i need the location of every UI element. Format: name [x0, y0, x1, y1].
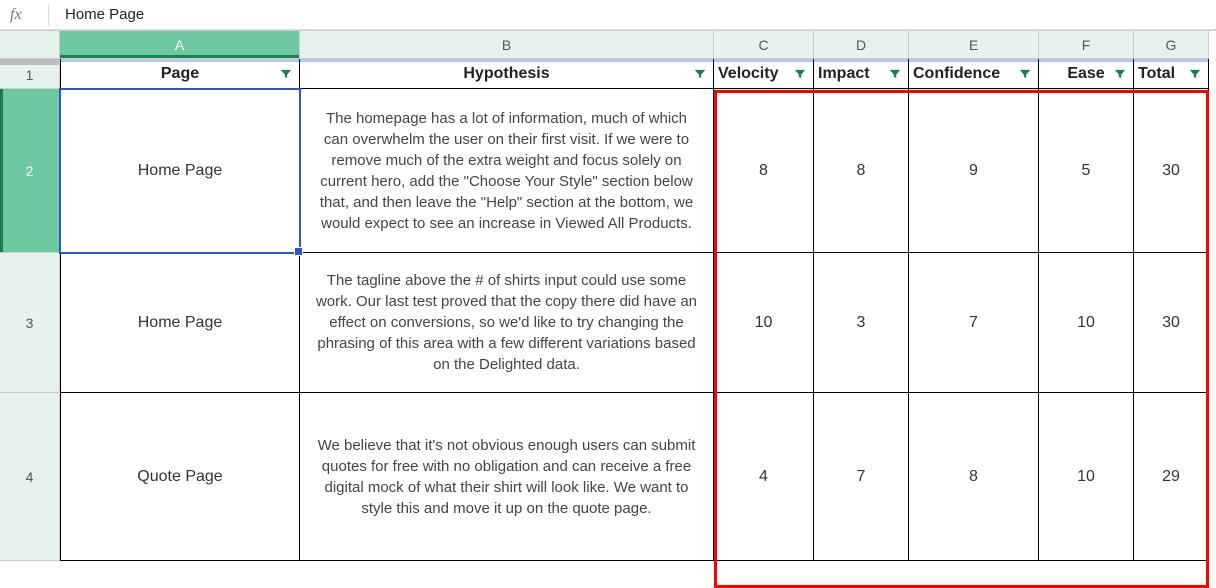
filter-icon[interactable] — [1188, 67, 1202, 81]
fx-icon: fx — [10, 6, 38, 24]
row-header-1[interactable]: 1 — [0, 59, 60, 89]
cell-A3[interactable]: Home Page — [60, 253, 300, 393]
col-header-G[interactable]: G — [1134, 31, 1209, 59]
cell-F3[interactable]: 10 — [1039, 253, 1134, 393]
cell-B4[interactable]: We believe that it's not obvious enough … — [300, 393, 714, 561]
header-hypothesis-label: Hypothesis — [300, 65, 713, 83]
header-velocity[interactable]: Velocity — [714, 59, 814, 89]
filter-icon[interactable] — [1018, 67, 1032, 81]
header-impact[interactable]: Impact — [814, 59, 909, 89]
filter-icon[interactable] — [693, 67, 707, 81]
cell-G3[interactable]: 30 — [1134, 253, 1209, 393]
cell-D3[interactable]: 3 — [814, 253, 909, 393]
col-header-F[interactable]: F — [1039, 31, 1134, 59]
row-header-4[interactable]: 4 — [0, 393, 60, 561]
header-hypothesis[interactable]: Hypothesis — [300, 59, 714, 89]
formula-bar: fx — [0, 0, 1216, 30]
cell-F4[interactable]: 10 — [1039, 393, 1134, 561]
cell-A4[interactable]: Quote Page — [60, 393, 300, 561]
cell-D4[interactable]: 7 — [814, 393, 909, 561]
spreadsheet-grid[interactable]: A B C D E F G 1 Page Hypothesis Velocity… — [0, 30, 1216, 561]
cell-B2[interactable]: The homepage has a lot of information, m… — [300, 89, 714, 253]
cell-C2[interactable]: 8 — [714, 89, 814, 253]
cell-A2[interactable]: Home Page — [60, 89, 300, 253]
header-total[interactable]: Total — [1134, 59, 1209, 89]
header-ease[interactable]: Ease — [1039, 59, 1134, 89]
header-page-label: Page — [61, 65, 299, 83]
cell-C4[interactable]: 4 — [714, 393, 814, 561]
filter-icon[interactable] — [279, 67, 293, 81]
filter-icon[interactable] — [1113, 67, 1127, 81]
row-header-3[interactable]: 3 — [0, 253, 60, 393]
filter-icon[interactable] — [793, 67, 807, 81]
col-header-A[interactable]: A — [60, 31, 300, 59]
header-page[interactable]: Page — [60, 59, 300, 89]
col-header-D[interactable]: D — [814, 31, 909, 59]
cell-C3[interactable]: 10 — [714, 253, 814, 393]
cell-E4[interactable]: 8 — [909, 393, 1039, 561]
formula-input[interactable] — [59, 3, 1216, 26]
cell-D2[interactable]: 8 — [814, 89, 909, 253]
filter-icon[interactable] — [888, 67, 902, 81]
cell-E2[interactable]: 9 — [909, 89, 1039, 253]
col-header-C[interactable]: C — [714, 31, 814, 59]
divider — [48, 4, 49, 26]
row-header-2[interactable]: 2 — [0, 89, 60, 253]
col-header-E[interactable]: E — [909, 31, 1039, 59]
cell-B3[interactable]: The tagline above the # of shirts input … — [300, 253, 714, 393]
select-all-corner[interactable] — [0, 31, 60, 59]
cell-G2[interactable]: 30 — [1134, 89, 1209, 253]
cell-G4[interactable]: 29 — [1134, 393, 1209, 561]
header-confidence[interactable]: Confidence — [909, 59, 1039, 89]
cell-F2[interactable]: 5 — [1039, 89, 1134, 253]
col-header-B[interactable]: B — [300, 31, 714, 59]
cell-E3[interactable]: 7 — [909, 253, 1039, 393]
